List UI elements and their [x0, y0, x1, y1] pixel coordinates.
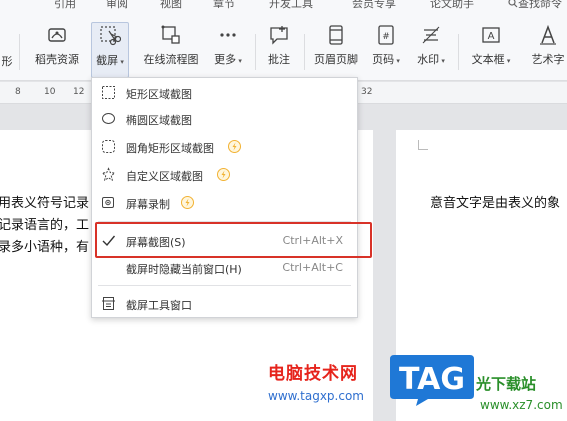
- menu-divider: [98, 285, 351, 286]
- dropdown-arrow-icon: ▾: [236, 57, 242, 65]
- ruler-tick: 12: [73, 87, 85, 97]
- comment-button[interactable]: 批注: [262, 22, 296, 78]
- online-flowchart-label: 在线流程图: [143, 53, 199, 66]
- rounded-rect-select-icon: [102, 140, 115, 153]
- document-line: 录多小语种，有: [0, 240, 90, 255]
- wordart-icon: [540, 24, 556, 45]
- more-button[interactable]: 更多 ▾: [210, 22, 246, 78]
- screenshot-label: 截屏: [96, 54, 119, 67]
- more-label: 更多: [214, 53, 237, 66]
- menubar: 引用 审阅 视图 章节 开发工具 会员专享 论文助手 查找命令: [0, 0, 567, 14]
- textbox-label: 文本框: [471, 53, 505, 66]
- screenshot-dropdown-menu: 矩形区域截图 椭圆区域截图 圆角矩形区域截图 自定义区域截图 屏幕录制 屏幕截图…: [91, 77, 358, 318]
- more-icon: [220, 33, 236, 37]
- rectangle-select-icon: [102, 86, 115, 99]
- flowchart-icon: [161, 25, 180, 44]
- ellipse-select-icon: [102, 113, 115, 124]
- screenshot-button[interactable]: 截屏 ▾: [91, 22, 129, 78]
- ribbon-toolbar: 形 稻壳资源 截屏 ▾ 在线流程图 更多 ▾ 批注 页眉页脚 # 页码 ▾ 水印…: [0, 14, 567, 81]
- menu-item-label: 自定义区域截图: [126, 170, 203, 183]
- svg-text:#: #: [382, 32, 390, 42]
- vip-badge-icon: [228, 140, 241, 153]
- dropdown-arrow-icon: ▾: [394, 57, 400, 65]
- tag-logo-icon: TAG: [390, 355, 474, 406]
- dropdown-arrow-icon: ▾: [118, 58, 124, 66]
- ribbon-shape-label: 形: [1, 55, 13, 68]
- wordart-label: 艺术字: [531, 53, 565, 66]
- online-flowchart-button[interactable]: 在线流程图: [137, 22, 205, 78]
- watermark-partner-url: www.xz7.com: [480, 398, 563, 412]
- screenshot-toolbar-icon: [102, 297, 115, 310]
- search-command[interactable]: 查找命令: [508, 0, 562, 11]
- menu-item-label: 截屏时隐藏当前窗口(H): [126, 263, 242, 276]
- vip-badge-icon: [181, 196, 194, 209]
- ribbon-shape-partial[interactable]: 形: [0, 22, 16, 78]
- document-line: 用表义符号记录: [0, 196, 90, 211]
- highlight-annotation-box: [95, 222, 372, 258]
- ruler-tick: 10: [44, 87, 56, 97]
- watermark-label: 水印: [417, 53, 440, 66]
- page-number-label: 页码: [372, 53, 395, 66]
- watermark-site-url: www.tagxp.com: [268, 389, 364, 403]
- menu-item-ellipse-screenshot[interactable]: 椭圆区域截图: [92, 108, 357, 130]
- tab-view[interactable]: 视图: [160, 0, 182, 11]
- docer-resources-label: 稻壳资源: [35, 53, 79, 66]
- tab-paper-assistant[interactable]: 论文助手: [430, 0, 474, 11]
- tab-review[interactable]: 审阅: [106, 0, 128, 11]
- search-icon: [508, 0, 518, 8]
- textbox-icon: A: [482, 27, 500, 43]
- vip-badge-icon: [217, 168, 230, 181]
- menu-item-custom-screenshot[interactable]: 自定义区域截图: [92, 164, 357, 186]
- tab-developer[interactable]: 开发工具: [269, 0, 313, 11]
- tab-member[interactable]: 会员专享: [352, 0, 396, 11]
- menu-item-label: 椭圆区域截图: [126, 114, 192, 127]
- header-footer-button[interactable]: 页眉页脚: [309, 22, 363, 78]
- wordart-button[interactable]: 艺术字: [526, 22, 567, 78]
- docer-resources-button[interactable]: 稻壳资源: [30, 22, 84, 78]
- tab-chapter[interactable]: 章节: [213, 0, 235, 11]
- menu-item-label: 矩形区域截图: [126, 88, 192, 101]
- menu-item-label: 截屏工具窗口: [126, 299, 192, 312]
- watermark-icon: [422, 26, 440, 44]
- comment-icon: [270, 26, 288, 45]
- dropdown-arrow-icon: ▾: [439, 57, 445, 65]
- screenshot-scissors-icon: [100, 26, 121, 46]
- menu-item-screenshot-toolbar[interactable]: 截屏工具窗口: [92, 293, 357, 315]
- watermark-button[interactable]: 水印 ▾: [412, 22, 450, 78]
- menu-item-hide-window-capture[interactable]: 截屏时隐藏当前窗口(H) Ctrl+Alt+C: [92, 257, 357, 279]
- watermark-site-name: 电脑技术网: [268, 364, 358, 384]
- svg-text:A: A: [488, 31, 495, 42]
- watermark-partner-name: 光下载站: [476, 375, 537, 393]
- menu-item-label: 屏幕录制: [126, 198, 170, 211]
- page-corner-mark: [418, 140, 428, 150]
- page-number-icon: #: [378, 25, 394, 45]
- freeform-select-icon: [101, 167, 116, 181]
- ruler-tick: 8: [15, 87, 21, 97]
- search-command-label: 查找命令: [518, 0, 562, 10]
- document-line: 意音文字是由表义的象: [430, 196, 561, 211]
- screen-record-icon: [102, 197, 114, 208]
- ruler-tick: 32: [361, 87, 373, 97]
- header-footer-icon: [329, 25, 343, 45]
- dropdown-arrow-icon: ▾: [504, 57, 511, 65]
- menu-item-label: 圆角矩形区域截图: [126, 142, 214, 155]
- document-line: 记录语言的，工: [0, 218, 90, 233]
- textbox-button[interactable]: A 文本框 ▾: [467, 22, 515, 78]
- tab-references[interactable]: 引用: [54, 0, 76, 11]
- comment-label: 批注: [268, 53, 290, 66]
- docer-icon: [48, 28, 66, 42]
- header-footer-label: 页眉页脚: [314, 53, 358, 66]
- tag-logo-text: TAG: [399, 362, 465, 397]
- menu-item-rectangle-screenshot[interactable]: 矩形区域截图: [92, 82, 357, 104]
- menu-item-shortcut: Ctrl+Alt+C: [282, 261, 343, 274]
- menu-item-rounded-rect-screenshot[interactable]: 圆角矩形区域截图: [92, 136, 357, 158]
- page-number-button[interactable]: # 页码 ▾: [368, 22, 404, 78]
- menu-item-screen-record[interactable]: 屏幕录制: [92, 192, 357, 214]
